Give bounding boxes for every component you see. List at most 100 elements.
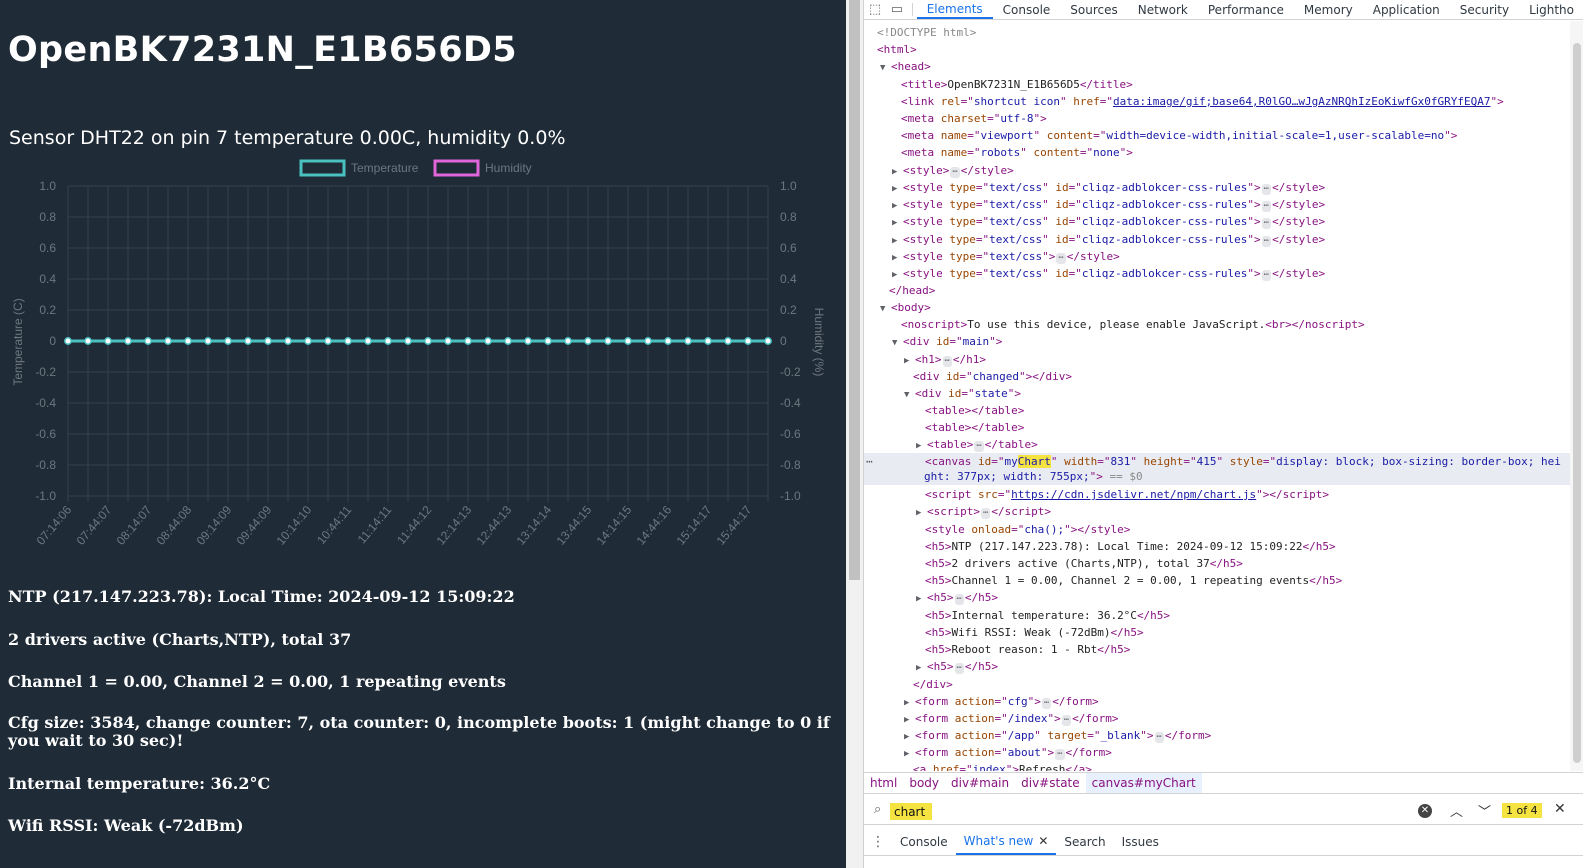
data-point-temperature[interactable] xyxy=(164,337,172,345)
data-point-temperature[interactable] xyxy=(324,337,332,345)
device-toolbar-icon[interactable]: ▭ xyxy=(886,0,908,19)
data-point-temperature[interactable] xyxy=(744,337,752,345)
data-point-temperature[interactable] xyxy=(544,337,552,345)
data-point-temperature[interactable] xyxy=(304,337,312,345)
dom-line-table[interactable]: <table></table> xyxy=(925,402,1570,419)
dom-line-meta-robots[interactable]: <meta name="robots" content="none"> xyxy=(901,144,1570,161)
ellipsis-icon[interactable]: ⋯ xyxy=(1154,732,1164,743)
more-options-icon[interactable]: ⋯ xyxy=(866,453,873,470)
next-match-icon[interactable]: ﹀ xyxy=(1478,801,1491,820)
data-point-temperature[interactable] xyxy=(684,337,692,345)
data-point-temperature[interactable] xyxy=(344,337,352,345)
data-point-temperature[interactable] xyxy=(644,337,652,345)
data-point-temperature[interactable] xyxy=(204,337,212,345)
dom-line-link[interactable]: <link rel="shortcut icon" href="data:ima… xyxy=(901,93,1570,110)
breadcrumb-html[interactable]: html xyxy=(864,773,903,793)
expand-triangle-icon[interactable]: ▼ xyxy=(880,60,891,77)
data-point-temperature[interactable] xyxy=(144,337,152,345)
tab-network[interactable]: Network xyxy=(1128,0,1198,19)
ellipsis-icon[interactable]: ⋯ xyxy=(1041,698,1052,709)
dom-line-a-refresh[interactable]: <a href="index">Refresh</a> xyxy=(913,761,1570,771)
breadcrumb-canvas[interactable]: canvas#myChart xyxy=(1085,773,1202,793)
dom-scrollbar[interactable] xyxy=(1570,21,1583,771)
dom-line-style-cliqz[interactable]: ▶ <style type="text/css" id="cliqz-adblok… xyxy=(892,213,1570,230)
ellipsis-icon[interactable]: ⋯ xyxy=(980,508,991,519)
drawer-tab-search[interactable]: Search xyxy=(1056,828,1113,855)
dom-line-style-cliqz[interactable]: ▶ <style type="text/css" id="cliqz-adblok… xyxy=(892,196,1570,213)
dom-line-style-onload[interactable]: <style onload="cha();"></style> xyxy=(925,521,1570,538)
data-point-temperature[interactable] xyxy=(764,337,772,345)
data-point-temperature[interactable] xyxy=(704,337,712,345)
clear-search-icon[interactable]: ✕ xyxy=(1418,804,1432,818)
ellipsis-icon[interactable]: ⋯ xyxy=(942,356,952,367)
ellipsis-icon[interactable]: ⋯ xyxy=(950,167,960,178)
dom-line-title[interactable]: <title>OpenBK7231N_E1B656D5</title> xyxy=(901,76,1570,93)
dom-line-table-collapsed[interactable]: ▶ <table> ⋯ </table> xyxy=(916,436,1570,453)
tab-sources[interactable]: Sources xyxy=(1060,0,1127,19)
close-tab-icon[interactable]: ✕ xyxy=(1038,834,1048,848)
data-point-temperature[interactable] xyxy=(244,337,252,345)
expand-triangle-icon[interactable]: ▶ xyxy=(892,215,903,232)
dom-line-style-cliqz[interactable]: ▶ <style type="text/css" id="cliqz-adblok… xyxy=(892,231,1570,248)
dom-line-canvas-selected[interactable]: ⋯ <canvas id="myChart" width="831" heigh… xyxy=(864,453,1570,485)
dom-line-h5-temp[interactable]: <h5>Internal temperature: 36.2°C</h5> xyxy=(925,607,1570,624)
drawer-tab-issues[interactable]: Issues xyxy=(1114,828,1167,855)
dom-line-form-about[interactable]: ▶ <form action="about"> ⋯ </form> xyxy=(904,744,1570,761)
dom-line-h5-reboot[interactable]: <h5>Reboot reason: 1 - Rbt</h5> xyxy=(925,641,1570,658)
data-point-temperature[interactable] xyxy=(424,337,432,345)
page-scrollbar-thumb[interactable] xyxy=(849,0,860,580)
dom-line-body[interactable]: ▼ <body> xyxy=(880,299,1570,316)
dom-line-style-css[interactable]: ▶ <style type="text/css"> ⋯ </style> xyxy=(892,248,1570,265)
breadcrumb-div-state[interactable]: div#state xyxy=(1015,773,1086,793)
dom-line-html[interactable]: <html> xyxy=(877,41,1570,58)
data-point-temperature[interactable] xyxy=(224,337,232,345)
dom-line-table[interactable]: <table></table> xyxy=(925,419,1570,436)
dom-line-h5-collapsed[interactable]: ▶ <h5> ⋯ </h5> xyxy=(916,589,1570,606)
data-point-temperature[interactable] xyxy=(124,337,132,345)
dom-line-h1[interactable]: ▶ <h1> ⋯ </h1> xyxy=(904,351,1570,368)
data-point-temperature[interactable] xyxy=(384,337,392,345)
ellipsis-icon[interactable]: ⋯ xyxy=(954,663,964,674)
data-point-temperature[interactable] xyxy=(664,337,672,345)
dom-line-div-main[interactable]: ▼ <div id="main"> xyxy=(892,333,1570,350)
dom-line-script-src[interactable]: <script src="https://cdn.jsdelivr.net/np… xyxy=(925,486,1570,503)
dom-line-div-changed[interactable]: <div id="changed"></div> xyxy=(913,368,1570,385)
ellipsis-icon[interactable]: ⋯ xyxy=(974,441,984,452)
dom-line-h5-ntp[interactable]: <h5>NTP (217.147.223.78): Local Time: 20… xyxy=(925,538,1570,555)
dom-line-style[interactable]: ▶ <style> ⋯ </style> xyxy=(892,162,1570,179)
data-point-temperature[interactable] xyxy=(484,337,492,345)
data-point-temperature[interactable] xyxy=(364,337,372,345)
dom-line-style-cliqz[interactable]: ▶ <style type="text/css" id="cliqz-adblok… xyxy=(892,179,1570,196)
dom-line-h5-collapsed[interactable]: ▶ <h5> ⋯ </h5> xyxy=(916,658,1570,675)
search-input[interactable] xyxy=(890,803,932,820)
data-point-temperature[interactable] xyxy=(584,337,592,345)
data-point-temperature[interactable] xyxy=(444,337,452,345)
data-point-temperature[interactable] xyxy=(624,337,632,345)
breadcrumb-body[interactable]: body xyxy=(903,773,945,793)
data-point-temperature[interactable] xyxy=(64,337,72,345)
legend-swatch-humidity[interactable] xyxy=(433,159,480,177)
data-point-temperature[interactable] xyxy=(524,337,532,345)
tab-security[interactable]: Security xyxy=(1450,0,1519,19)
dom-line-h5-drivers[interactable]: <h5>2 drivers active (Charts,NTP), total… xyxy=(925,555,1570,572)
data-point-temperature[interactable] xyxy=(504,337,512,345)
dom-line-meta-viewport[interactable]: <meta name="viewport" content="width=dev… xyxy=(901,127,1570,144)
expand-triangle-icon[interactable]: ▶ xyxy=(916,505,927,522)
inspect-element-icon[interactable]: ⬚ xyxy=(864,0,886,19)
dom-line-form-index[interactable]: ▶ <form action="/index"> ⋯ </form> xyxy=(904,710,1570,727)
expand-triangle-icon[interactable]: ▶ xyxy=(916,591,927,608)
dom-line-style-cliqz[interactable]: ▶ <style type="text/css" id="cliqz-adblok… xyxy=(892,265,1570,282)
dom-line-head[interactable]: ▼ <head> xyxy=(880,58,1570,75)
expand-triangle-icon[interactable]: ▶ xyxy=(916,660,927,677)
dom-line-form-cfg[interactable]: ▶ <form action="cfg"> ⋯ </form> xyxy=(904,693,1570,710)
expand-triangle-icon[interactable]: ▼ xyxy=(880,301,891,318)
ellipsis-icon[interactable]: ⋯ xyxy=(1261,201,1272,212)
data-point-temperature[interactable] xyxy=(464,337,472,345)
tab-application[interactable]: Application xyxy=(1363,0,1450,19)
tab-elements[interactable]: Elements xyxy=(916,0,993,19)
drawer-tab-whats-new[interactable]: What's new ✕ xyxy=(955,828,1057,855)
previous-match-icon[interactable]: ︿ xyxy=(1450,801,1463,820)
dom-line-div-state[interactable]: ▼ <div id="state"> xyxy=(904,385,1570,402)
ellipsis-icon[interactable]: ⋯ xyxy=(1061,715,1072,726)
dom-line-h5-wifi[interactable]: <h5>Wifi RSSI: Weak (-72dBm)</h5> xyxy=(925,624,1570,641)
